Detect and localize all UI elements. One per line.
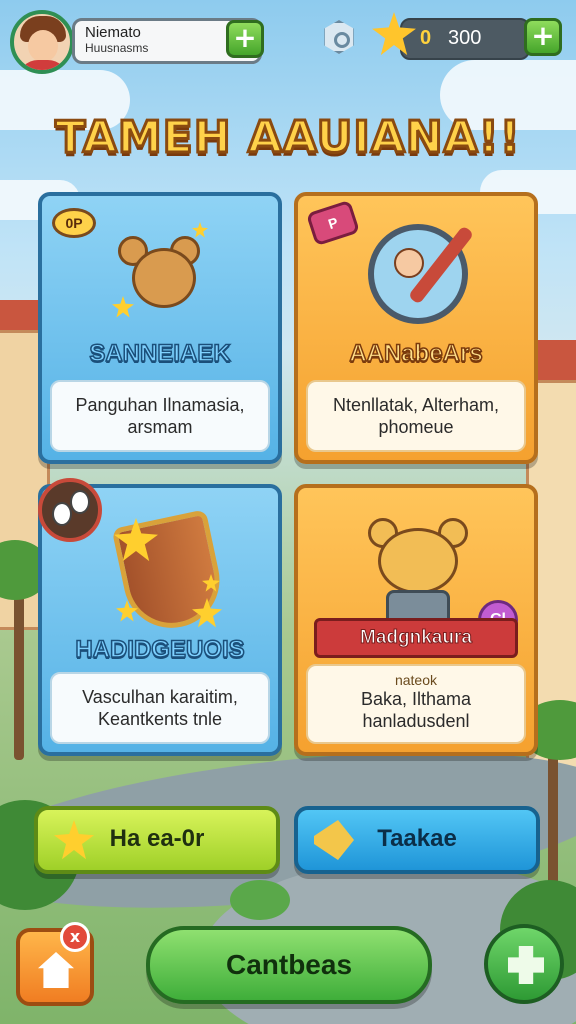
home-icon	[38, 952, 74, 988]
card-4-ribbon: Madgnkaura	[314, 618, 518, 658]
card-4-ribbon-label: Madgnkaura	[360, 627, 473, 649]
card-4-description: nateok Baka, Ilthama hanladusdenl	[306, 664, 526, 744]
star-icon	[192, 222, 208, 238]
star-icon	[54, 820, 94, 860]
compass-icon	[368, 224, 475, 324]
page-title: TAMEH AAUIANA!!	[54, 111, 522, 165]
add-friend-button[interactable]: +	[226, 20, 264, 58]
card-2-description: Ntenllatak, Alterham, phomeue	[306, 380, 526, 452]
card-1-tag: 0P	[52, 208, 96, 238]
main-play-button[interactable]: Cantbeas	[146, 926, 432, 1004]
bear-character-icon	[132, 248, 196, 308]
card-3-desc-line-1: Vasculhan karaitim,	[82, 687, 238, 707]
card-2-label: AANabeArs	[349, 339, 484, 368]
currency-glyph: 0	[420, 27, 432, 49]
card-1-desc-line-1: Panguhan Ilnamasia,	[75, 395, 245, 415]
card-4-desc-line-2: hanladusdenl	[362, 711, 470, 731]
star-icon	[112, 296, 134, 318]
eggs-badge-icon	[38, 478, 102, 542]
home-notification-badge: x	[60, 922, 90, 952]
inventory-button[interactable]	[484, 924, 564, 1004]
card-3-desc-line-2: Keantkents tnle	[97, 709, 223, 729]
mode-card-2[interactable]: P AANabeArs Ntenllatak, Alterham, phomeu…	[294, 192, 538, 464]
card-1-label: SANNEIAEK	[89, 339, 232, 368]
ticket-icon	[314, 820, 354, 860]
card-3-description: Vasculhan karaitim, Keantkents tnle	[50, 672, 270, 744]
card-2-tag: P	[305, 199, 361, 247]
card-2-desc-line-1: Ntenllatak, Alterham,	[332, 395, 500, 415]
mode-card-4[interactable]: Cl Madgnkaura nateok Baka, Ilthama hanla…	[294, 484, 538, 756]
player-avatar[interactable]	[10, 10, 74, 74]
card-4-desc-line-1: Baka, Ilthama	[360, 689, 472, 709]
right-action-label: Taakae	[377, 825, 457, 852]
settings-hex-icon[interactable]	[324, 20, 354, 54]
card-3-label: HADIDGEUOIS	[75, 635, 246, 664]
left-action-button[interactable]: Ha ea-0r	[34, 806, 280, 874]
card-4-subtitle: nateok	[394, 672, 438, 688]
right-action-button[interactable]: Taakae	[294, 806, 540, 874]
left-action-label: Ha ea-0r	[109, 825, 205, 852]
card-2-desc-line-2: phomeue	[378, 417, 454, 437]
card-1-desc-line-2: arsmam	[127, 417, 193, 437]
currency-amount: 300	[448, 27, 482, 49]
key-icon	[508, 946, 544, 984]
mode-card-1[interactable]: 0P SANNEIAEK Panguhan Ilnamasia, arsmam	[38, 192, 282, 464]
add-currency-button[interactable]: +	[524, 18, 562, 56]
card-1-description: Panguhan Ilnamasia, arsmam	[50, 380, 270, 452]
top-bar: Niemato Huusnasms + 0 300 +	[0, 0, 576, 80]
